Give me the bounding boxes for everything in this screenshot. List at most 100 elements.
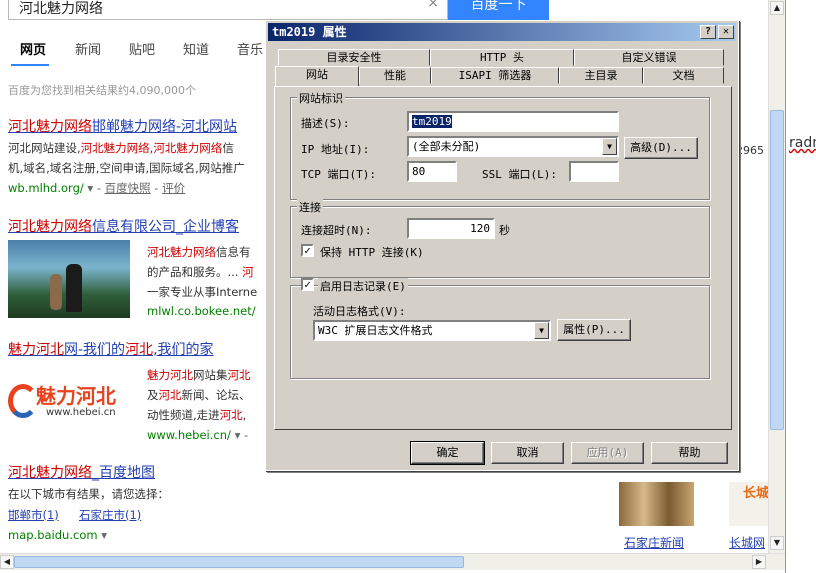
timeout-unit-label: 秒 bbox=[499, 224, 510, 237]
help-button[interactable]: 帮助 bbox=[651, 442, 728, 464]
tab-news[interactable]: 新闻 bbox=[75, 39, 101, 58]
news-thumbnail-image[interactable] bbox=[619, 482, 694, 526]
scroll-left-icon[interactable]: ◀ bbox=[0, 555, 14, 569]
logging-checkbox[interactable]: ✓ bbox=[301, 278, 314, 291]
tab-directory-security[interactable]: 目录安全性 bbox=[278, 49, 430, 66]
scroll-up-icon[interactable]: ▲ bbox=[770, 1, 784, 15]
snippet-highlight: 魅力河北 bbox=[147, 368, 193, 382]
url-dropdown-icon[interactable]: ▾ bbox=[101, 528, 107, 542]
right-number: 2965 bbox=[736, 144, 764, 157]
log-format-label: 活动日志格式(V): bbox=[313, 305, 406, 318]
log-format-select[interactable]: W3C 扩展日志文件格式 ▼ bbox=[313, 320, 551, 341]
result-title[interactable]: 河北魅力网络邯郸魅力网络-河北网站 bbox=[8, 116, 237, 136]
rate-link[interactable]: 评价 bbox=[162, 181, 185, 195]
ip-address-value: (全部未分配) bbox=[412, 140, 481, 153]
tab-documents[interactable]: 文档 bbox=[643, 67, 724, 84]
result-snippet: 的产品和服务。... 河 bbox=[147, 264, 254, 280]
result-title[interactable]: 魅力河北网-我们的河北,我们的家 bbox=[8, 339, 214, 359]
check-icon: ✓ bbox=[304, 244, 311, 257]
clear-icon[interactable]: × bbox=[427, 0, 439, 11]
chevron-down-icon[interactable]: ▼ bbox=[534, 322, 549, 339]
thumbnail-text: 长城 bbox=[743, 486, 770, 501]
tab-tieba[interactable]: 贴吧 bbox=[129, 39, 155, 58]
close-icon[interactable]: ✕ bbox=[718, 25, 734, 39]
connection-timeout-field[interactable]: 120 bbox=[407, 218, 495, 239]
tab-zhidao[interactable]: 知道 bbox=[183, 39, 209, 58]
title-text: 信息有限公司_企业博客 bbox=[92, 219, 239, 235]
keepalive-checkbox[interactable]: ✓ bbox=[301, 244, 314, 257]
snippet-text: 动性频道,走进 bbox=[147, 408, 220, 422]
tab-music[interactable]: 音乐 bbox=[237, 39, 263, 58]
ssl-port-field[interactable] bbox=[569, 161, 619, 182]
search-query: 河北魅力网络 bbox=[19, 1, 103, 17]
url-dropdown-icon[interactable]: ▾ - bbox=[235, 428, 249, 442]
scroll-thumb[interactable] bbox=[770, 110, 784, 430]
description-label: 描述(S): bbox=[301, 117, 350, 130]
title-text: _百度地图 bbox=[92, 465, 155, 481]
separator: - bbox=[154, 181, 159, 195]
result-snippet: 一家专业从事Interne bbox=[147, 285, 258, 299]
city-link-handan[interactable]: 邯郸市(1) bbox=[8, 507, 59, 523]
help-icon[interactable]: ? bbox=[700, 25, 716, 39]
ip-address-label: IP 地址(I): bbox=[301, 143, 370, 156]
search-button[interactable]: 百度一下 bbox=[448, 0, 549, 20]
logo-swoosh-icon bbox=[8, 384, 38, 418]
url-text[interactable]: www.hebei.cn/ bbox=[147, 428, 231, 442]
result-url: map.baidu.com ▾ bbox=[8, 528, 107, 542]
result-snippet: 在以下城市有结果，请您选择： bbox=[8, 487, 169, 501]
title-text: 邯郸魅力网络-河北网站 bbox=[92, 119, 238, 135]
keepalive-label[interactable]: 保持 HTTP 连接(K) bbox=[320, 244, 424, 260]
tab-custom-errors[interactable]: 自定义错误 bbox=[574, 49, 724, 66]
scroll-thumb[interactable] bbox=[14, 556, 464, 568]
snippet-highlight: 河北魅力网络 bbox=[147, 245, 216, 259]
result-url[interactable]: mlwl.co.bokee.net/ bbox=[147, 304, 256, 318]
dialog-title: tm2019 属性 bbox=[272, 25, 347, 39]
hebei-logo[interactable]: 魅力河北 www.hebei.cn bbox=[8, 380, 132, 424]
tab-isapi-filters[interactable]: ISAPI 筛选器 bbox=[431, 67, 559, 84]
url-text[interactable]: map.baidu.com bbox=[8, 528, 98, 542]
result-thumbnail-image[interactable] bbox=[8, 240, 130, 318]
snippet-highlight: 河北 bbox=[219, 408, 243, 422]
scroll-right-icon[interactable]: ▶ bbox=[752, 555, 766, 569]
result-url: wb.mlhd.org/ ▾ - 百度快照 - 评价 bbox=[8, 180, 185, 196]
snippet-text: 信 bbox=[222, 141, 234, 155]
ip-address-select[interactable]: (全部未分配) ▼ bbox=[407, 136, 619, 157]
tab-home-directory[interactable]: 主目录 bbox=[559, 67, 643, 84]
active-tab-indicator bbox=[11, 64, 49, 66]
tab-performance[interactable]: 性能 bbox=[359, 67, 431, 84]
news-link-changcheng[interactable]: 长城网 bbox=[729, 534, 765, 551]
snippet-text: 河北网站建设, bbox=[8, 141, 81, 155]
result-snippet: 动性频道,走进河北, bbox=[147, 407, 246, 423]
snippet-highlight: 河北 bbox=[227, 368, 251, 382]
cut-off-word: radm bbox=[789, 135, 816, 151]
chevron-down-icon[interactable]: ▼ bbox=[602, 138, 617, 155]
vertical-scrollbar[interactable]: ▲ ▼ bbox=[768, 0, 785, 553]
cancel-button[interactable]: 取消 bbox=[491, 442, 564, 464]
url-dropdown-icon[interactable]: ▾ - bbox=[87, 181, 101, 195]
url-text[interactable]: wb.mlhd.org/ bbox=[8, 181, 84, 195]
horizontal-scrollbar[interactable]: ◀ ▶ bbox=[0, 553, 785, 570]
tab-website[interactable]: 网站 bbox=[275, 66, 359, 86]
apply-button[interactable]: 应用(A) bbox=[571, 442, 644, 464]
description-field[interactable]: tm2019 bbox=[407, 111, 619, 132]
group-title: 连接 bbox=[297, 199, 323, 215]
scroll-down-icon[interactable]: ▼ bbox=[770, 536, 784, 550]
snapshot-link[interactable]: 百度快照 bbox=[105, 181, 151, 195]
group-title: 网站标识 bbox=[297, 90, 345, 106]
title-highlight: 河北魅力网络 bbox=[8, 219, 92, 235]
advanced-button[interactable]: 高级(D)... bbox=[624, 137, 698, 159]
log-properties-button[interactable]: 属性(P)... bbox=[557, 319, 631, 341]
logging-label[interactable]: 启用日志记录(E) bbox=[318, 278, 408, 294]
result-title[interactable]: 河北魅力网络信息有限公司_企业博客 bbox=[8, 216, 239, 236]
result-title[interactable]: 河北魅力网络_百度地图 bbox=[8, 462, 155, 482]
news-thumbnail-image[interactable]: 长城 bbox=[729, 482, 769, 526]
city-link-shijiazhuang[interactable]: 石家庄市(1) bbox=[79, 507, 141, 523]
tab-http-headers[interactable]: HTTP 头 bbox=[430, 49, 574, 66]
dialog-title-bar[interactable]: tm2019 属性 ? ✕ bbox=[268, 23, 736, 41]
news-link-shijiazhuang[interactable]: 石家庄新闻 bbox=[624, 534, 684, 551]
ok-button[interactable]: 确定 bbox=[410, 441, 485, 465]
tab-web[interactable]: 网页 bbox=[20, 39, 46, 58]
tcp-port-field[interactable]: 80 bbox=[407, 161, 457, 182]
result-count: 百度为您找到相关结果约4,090,000个 bbox=[8, 84, 196, 97]
search-input[interactable]: 河北魅力网络 × bbox=[8, 0, 448, 20]
